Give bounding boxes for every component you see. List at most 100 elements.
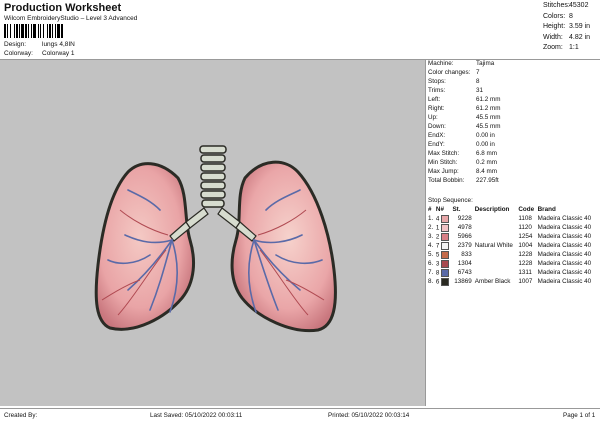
info-row: EndX: 0.00 in bbox=[428, 132, 598, 141]
info-row: Machine: Tajima bbox=[428, 60, 598, 69]
stop-row: 7. 8 6743 1311 Madeira Classic 40 bbox=[428, 268, 598, 277]
needle-number: 7 bbox=[435, 242, 440, 250]
needle-number: 4 bbox=[435, 215, 440, 223]
info-row: Total Bobbin: 227.95ft bbox=[428, 177, 598, 186]
stitch-count: 13869 bbox=[454, 278, 472, 285]
color-description bbox=[475, 250, 519, 259]
stitch-count: 833 bbox=[461, 251, 472, 258]
column-header: # bbox=[428, 206, 432, 213]
summary-row: Zoom: 1:1 bbox=[543, 44, 600, 55]
info-value: 0.00 in bbox=[476, 141, 495, 148]
info-value: Tajima bbox=[476, 60, 495, 67]
summary-label: Stitches: bbox=[543, 2, 570, 9]
thread-brand: Madeira Classic 40 bbox=[537, 215, 592, 222]
color-description bbox=[475, 268, 519, 277]
needle-number: 1 bbox=[435, 224, 440, 232]
stop-number: 3. bbox=[428, 233, 434, 240]
summary-label: Zoom: bbox=[543, 44, 563, 51]
color-swatch bbox=[441, 214, 450, 223]
stop-sequence-title: Stop Sequence: bbox=[428, 197, 473, 204]
needle-number: 2 bbox=[435, 233, 440, 241]
info-label: Left: bbox=[428, 96, 441, 103]
info-value: 61.2 mm bbox=[476, 105, 501, 112]
info-row: Left: 61.2 mm bbox=[428, 96, 598, 105]
stop-number: 7. bbox=[428, 269, 434, 276]
stop-row: 4. 7 2379 Natural White 1004 Madeira Classic… bbox=[428, 241, 598, 250]
design-field: Design: lungs 4,8IN bbox=[4, 41, 75, 48]
color-code: 1254 bbox=[518, 233, 533, 240]
stop-row: 8. 6 13869 Amber Black 1007 Madeira Classic … bbox=[428, 277, 598, 286]
needle-number: 3 bbox=[435, 260, 440, 268]
design-preview bbox=[0, 60, 425, 406]
info-row: EndY: 0.00 in bbox=[428, 141, 598, 150]
color-code: 1228 bbox=[518, 251, 533, 258]
colorway-label: Colorway: bbox=[4, 50, 33, 57]
design-value: lungs 4,8IN bbox=[42, 41, 75, 48]
panel-divider bbox=[425, 60, 426, 406]
colorway-value: Colorway 1 bbox=[42, 50, 75, 57]
column-header: Code bbox=[518, 206, 535, 213]
info-label: Max Stitch: bbox=[428, 150, 460, 157]
stop-number: 2. bbox=[428, 224, 434, 231]
summary-row: Width: 4.82 in bbox=[543, 34, 600, 45]
info-value: 7 bbox=[476, 69, 480, 76]
info-value: 31 bbox=[476, 87, 484, 94]
color-swatch bbox=[441, 241, 450, 250]
info-value: 0.00 in bbox=[476, 132, 495, 139]
info-value: 45.5 mm bbox=[476, 114, 501, 121]
stop-row: 3. 2 5966 1254 Madeira Classic 40 bbox=[428, 232, 598, 241]
summary-panel: Stitches:45302 Colors: 8 Height: 3.59 in Widt… bbox=[543, 2, 600, 55]
info-value: 45.5 mm bbox=[476, 123, 501, 130]
info-row: Down: 45.5 mm bbox=[428, 123, 598, 132]
summary-row: Height: 3.59 in bbox=[543, 23, 600, 34]
lungs-embroidery-image bbox=[94, 145, 337, 333]
stitch-count: 5966 bbox=[457, 233, 472, 240]
info-value: 61.2 mm bbox=[476, 96, 501, 103]
summary-value: 4.82 in bbox=[569, 33, 591, 41]
info-row: Trims: 31 bbox=[428, 87, 598, 96]
info-label: EndY: bbox=[428, 141, 445, 148]
column-header: St. bbox=[452, 206, 461, 213]
thread-brand: Madeira Classic 40 bbox=[537, 251, 592, 258]
stop-number: 1. bbox=[428, 215, 434, 222]
color-description bbox=[475, 214, 519, 223]
summary-label: Width: bbox=[543, 33, 563, 41]
color-swatch bbox=[441, 268, 450, 277]
thread-brand: Madeira Classic 40 bbox=[537, 278, 592, 285]
info-label: Stops: bbox=[428, 78, 446, 85]
color-code: 1120 bbox=[518, 224, 532, 231]
stitch-count: 4978 bbox=[457, 224, 472, 231]
needle-number: 5 bbox=[435, 251, 440, 259]
info-value: 6.8 mm bbox=[476, 150, 497, 157]
printed-date: Printed: 05/10/2022 00:03:14 bbox=[328, 412, 410, 419]
barcode-bar bbox=[63, 24, 64, 38]
stitch-count: 2379 bbox=[457, 242, 472, 249]
info-value: 8 bbox=[476, 78, 480, 85]
info-row: Min Stitch: 0.2 mm bbox=[428, 159, 598, 168]
page-number: Page 1 of 1 bbox=[563, 412, 596, 419]
column-header: N# bbox=[435, 206, 444, 213]
info-row: Color changes: 7 bbox=[428, 69, 598, 78]
thread-brand: Madeira Classic 40 bbox=[537, 233, 592, 240]
design-label: Design: bbox=[4, 41, 27, 48]
stop-number: 5. bbox=[428, 251, 434, 258]
info-label: Down: bbox=[428, 123, 446, 130]
needle-number: 8 bbox=[435, 269, 440, 277]
info-label: Min Stitch: bbox=[428, 159, 458, 166]
info-row: Max Stitch: 6.8 mm bbox=[428, 150, 598, 159]
color-code: 1311 bbox=[518, 269, 532, 276]
color-swatch bbox=[441, 223, 450, 232]
summary-row: Colors: 8 bbox=[543, 13, 600, 24]
stop-row: 6. 3 1304 1228 Madeira Classic 40 bbox=[428, 259, 598, 268]
summary-value: 8 bbox=[569, 12, 573, 20]
color-code: 1108 bbox=[518, 215, 532, 222]
color-swatch bbox=[441, 232, 450, 241]
info-value: 8.4 mm bbox=[476, 168, 497, 175]
color-swatch bbox=[441, 259, 450, 268]
barcode bbox=[4, 24, 94, 38]
color-description bbox=[475, 223, 519, 232]
stitch-count: 1304 bbox=[457, 260, 472, 267]
info-row: Max Jump: 8.4 mm bbox=[428, 168, 598, 177]
info-value: 0.2 mm bbox=[476, 159, 497, 166]
thread-brand: Madeira Classic 40 bbox=[537, 260, 592, 267]
